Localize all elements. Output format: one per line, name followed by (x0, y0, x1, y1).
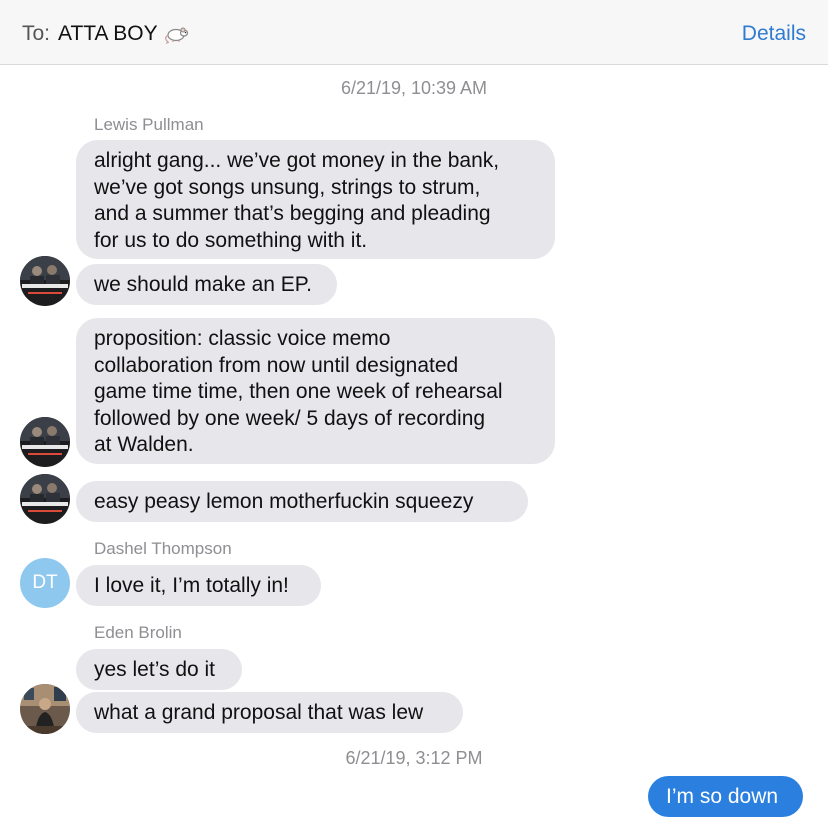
message-bubble[interactable]: yes let’s do it (76, 649, 242, 690)
details-button[interactable]: Details (742, 22, 806, 46)
recipient-name: ATTA BOY (58, 22, 158, 45)
message-bubble[interactable]: proposition: classic voice memo collabor… (76, 318, 555, 464)
sender-name: Eden Brolin (94, 623, 182, 642)
avatar-lewis[interactable] (20, 417, 70, 467)
avatar-eden[interactable] (20, 684, 70, 734)
timestamp: 6/21/19, 10:39 AM (340, 78, 488, 98)
message-bubble[interactable]: what a grand proposal that was lew (76, 692, 463, 733)
message-bubble[interactable]: we should make an EP. (76, 264, 337, 305)
sender-name: Dashel Thompson (94, 539, 232, 558)
rat-icon (164, 24, 190, 44)
message-bubble-outgoing[interactable]: I’m so down (648, 776, 803, 817)
avatar-lewis[interactable] (20, 474, 70, 524)
avatar-lewis[interactable] (20, 256, 70, 306)
message-bubble[interactable]: I love it, I’m totally in! (76, 565, 321, 606)
to-label: To: (22, 22, 51, 45)
message-bubble[interactable]: alright gang... we’ve got money in the b… (76, 140, 555, 259)
conversation-header: To: ATTA BOY Details (0, 0, 828, 65)
recipient-field[interactable]: To: ATTA BOY (22, 22, 190, 46)
timestamp: 6/21/19, 3:12 PM (345, 748, 483, 768)
avatar-dashel[interactable]: DT (20, 558, 70, 608)
sender-name: Lewis Pullman (94, 115, 204, 134)
message-bubble[interactable]: easy peasy lemon motherfuckin squeezy (76, 481, 528, 522)
